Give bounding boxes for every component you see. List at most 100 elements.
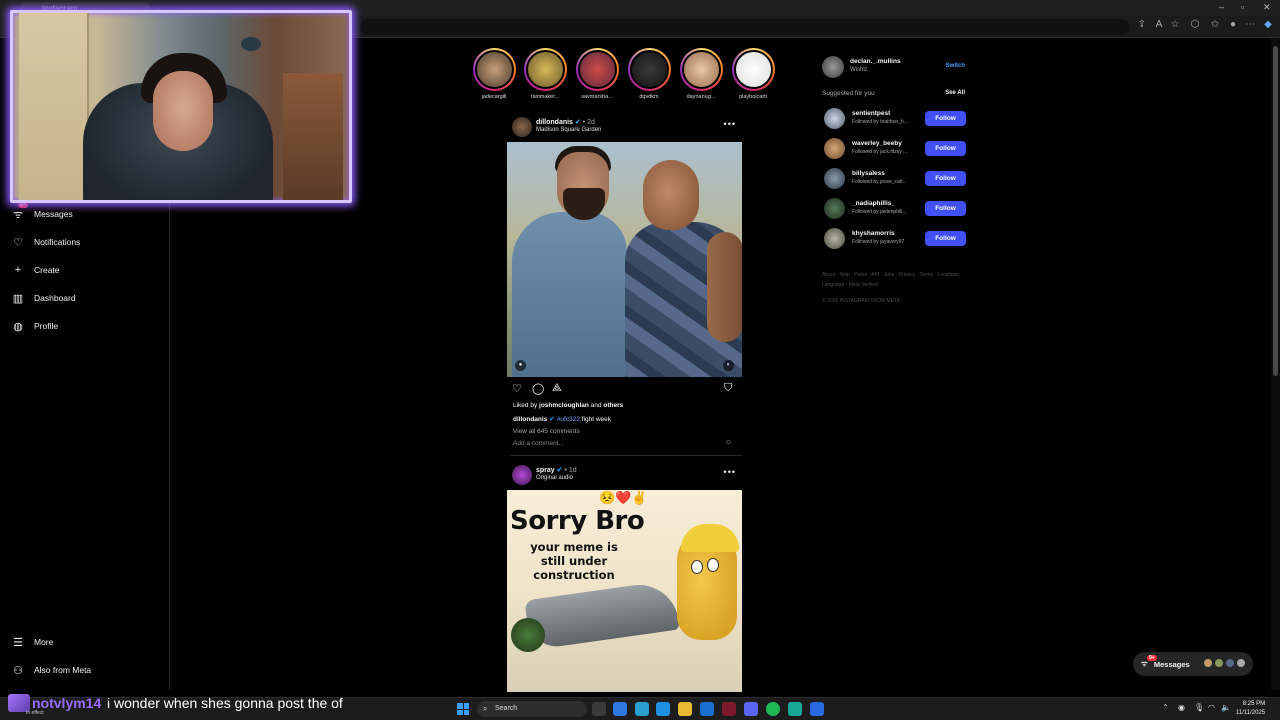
close-icon[interactable]: ✕: [1263, 2, 1271, 13]
tag-user-icon[interactable]: ●: [515, 360, 526, 371]
add-comment-input[interactable]: Add a comment...: [513, 440, 564, 447]
share-icon[interactable]: ⇪: [1135, 19, 1149, 30]
page-scrollbar[interactable]: [1271, 38, 1280, 690]
file-explorer-icon[interactable]: [678, 702, 692, 716]
post-audio[interactable]: Original audio: [536, 475, 573, 481]
story-item[interactable]: playboicarti: [728, 48, 778, 100]
extensions-icon[interactable]: ⬡: [1188, 19, 1202, 30]
footer-links[interactable]: About · Help · Press · API · Jobs · Priv…: [822, 270, 972, 290]
caption-username[interactable]: dillondanis: [513, 416, 547, 423]
microphone-icon[interactable]: 🎙: [1194, 703, 1204, 712]
follow-button[interactable]: Follow: [925, 171, 966, 186]
liked-by-others[interactable]: others: [603, 402, 623, 409]
task-view-icon[interactable]: [592, 702, 606, 716]
volume-icon[interactable]: 🔈: [1221, 703, 1231, 712]
post-username[interactable]: dillondanis ✔ • 2d: [536, 118, 595, 126]
view-comments-link[interactable]: View all 645 comments: [513, 428, 580, 435]
more-options-icon[interactable]: •••: [724, 467, 736, 477]
minimize-icon[interactable]: –: [1219, 2, 1224, 12]
caption-hashtag[interactable]: #ufc322: [557, 416, 580, 423]
suggested-followed-by: Followed by jayavery97: [852, 239, 905, 245]
url-input[interactable]: [360, 19, 1130, 35]
taskbar-search[interactable]: ⌕ Search: [477, 701, 587, 717]
webcam-lamp: [241, 37, 261, 51]
story-item[interactable]: daynanug...: [676, 48, 726, 100]
tray-app-icon[interactable]: ◉: [1178, 703, 1185, 712]
widgets-icon[interactable]: [613, 702, 627, 716]
suggested-username[interactable]: billysaless: [852, 170, 885, 177]
post-avatar[interactable]: [512, 465, 532, 485]
account-username[interactable]: declan._.mullins: [850, 58, 901, 65]
windows-start-icon[interactable]: [457, 703, 469, 715]
search-icon: ⌕: [483, 704, 488, 713]
follow-button[interactable]: Follow: [925, 141, 966, 156]
current-account: declan._.mullins Wishlz Switch: [822, 56, 967, 80]
browser-icon[interactable]: [656, 702, 670, 716]
post-username[interactable]: spray ✔ • 1d: [536, 466, 577, 474]
dashboard-icon: ▥: [12, 292, 24, 305]
more-menu-icon[interactable]: ⋯: [1243, 19, 1257, 30]
sidebar-item-more[interactable]: ☰ More: [12, 632, 53, 652]
discord-icon[interactable]: [744, 702, 758, 716]
meme-eye: [707, 558, 719, 572]
suggested-username[interactable]: sentientpest: [852, 110, 890, 117]
emoji-icon[interactable]: ☺: [725, 439, 732, 446]
favorites-icon[interactable]: ✩: [1208, 19, 1222, 30]
story-item[interactable]: jadecargill: [469, 48, 519, 100]
sidebar-item-also-from-meta[interactable]: ⚇ Also from Meta: [12, 660, 91, 680]
suggested-username[interactable]: khyshamorris: [852, 230, 895, 237]
story-name: savmarsha...: [581, 94, 613, 100]
more-options-icon[interactable]: •••: [724, 119, 736, 129]
follow-button[interactable]: Follow: [925, 231, 966, 246]
post-image-meme[interactable]: 😣❤️✌️ Sorry Bro your meme is still under…: [507, 490, 742, 692]
floating-messages-button[interactable]: ᯤ 9+ Messages: [1133, 652, 1253, 676]
sidebar-item-notifications[interactable]: ♡ Notifications: [12, 232, 80, 252]
suggested-avatar[interactable]: [824, 138, 845, 159]
comment-icon[interactable]: ◯: [532, 382, 544, 395]
mini-avatar: [1225, 658, 1235, 668]
suggested-avatar[interactable]: [824, 198, 845, 219]
liked-by-user[interactable]: joshmcloughlan: [539, 402, 589, 409]
switch-account-button[interactable]: Switch: [946, 63, 965, 69]
story-item[interactable]: rainmaker...: [520, 48, 570, 100]
favorite-star-icon[interactable]: ☆: [1168, 19, 1182, 30]
share-send-icon[interactable]: ⟁: [552, 382, 562, 395]
account-avatar[interactable]: [822, 56, 844, 78]
outlook-icon[interactable]: [700, 702, 714, 716]
story-item[interactable]: dqvdkm: [624, 48, 674, 100]
spotify-icon[interactable]: [766, 702, 780, 716]
suggested-avatar[interactable]: [824, 108, 845, 129]
chevron-up-icon[interactable]: ⌃: [1162, 703, 1169, 712]
sidebar-item-dashboard[interactable]: ▥ Dashboard: [12, 288, 76, 308]
post-location[interactable]: Madison Square Garden: [536, 127, 601, 133]
app-icon[interactable]: [810, 702, 824, 716]
suggested-avatar[interactable]: [824, 228, 845, 249]
suggested-username[interactable]: _nadiaphillis_: [852, 200, 895, 207]
see-all-button[interactable]: See All: [945, 90, 965, 96]
edge-icon[interactable]: [635, 702, 649, 716]
sidebar-item-messages[interactable]: ᯤ 9+ Messages: [12, 201, 73, 224]
sidebar-item-profile[interactable]: ◍ Profile: [12, 316, 58, 336]
copilot-icon[interactable]: ◆: [1261, 19, 1275, 30]
mute-icon[interactable]: ◐: [723, 360, 734, 371]
story-avatar: [733, 50, 773, 89]
suggested-avatar[interactable]: [824, 168, 845, 189]
read-aloud-icon[interactable]: A: [1152, 19, 1166, 30]
meme-emoji: 😣❤️✌️: [599, 490, 648, 505]
app-icon[interactable]: [722, 702, 736, 716]
follow-button[interactable]: Follow: [925, 111, 966, 126]
post-avatar[interactable]: [512, 117, 532, 137]
taskbar-clock[interactable]: 8:25 PM 11/11/2025: [1236, 700, 1265, 718]
story-item[interactable]: savmarsha...: [572, 48, 622, 100]
like-heart-icon[interactable]: ♡: [512, 382, 522, 395]
maximize-icon[interactable]: ▫: [1241, 2, 1244, 12]
sidebar-item-create[interactable]: + Create: [12, 260, 60, 280]
post-image[interactable]: ● ◐: [507, 142, 742, 377]
follow-button[interactable]: Follow: [925, 201, 966, 216]
scrollbar-thumb[interactable]: [1273, 46, 1278, 376]
app-icon[interactable]: [788, 702, 802, 716]
bookmark-icon[interactable]: ⛉: [724, 382, 732, 395]
suggested-username[interactable]: waverley_beeby: [852, 140, 902, 147]
wifi-icon[interactable]: ◠: [1208, 703, 1215, 712]
profile-avatar-icon[interactable]: ●: [1226, 19, 1240, 30]
